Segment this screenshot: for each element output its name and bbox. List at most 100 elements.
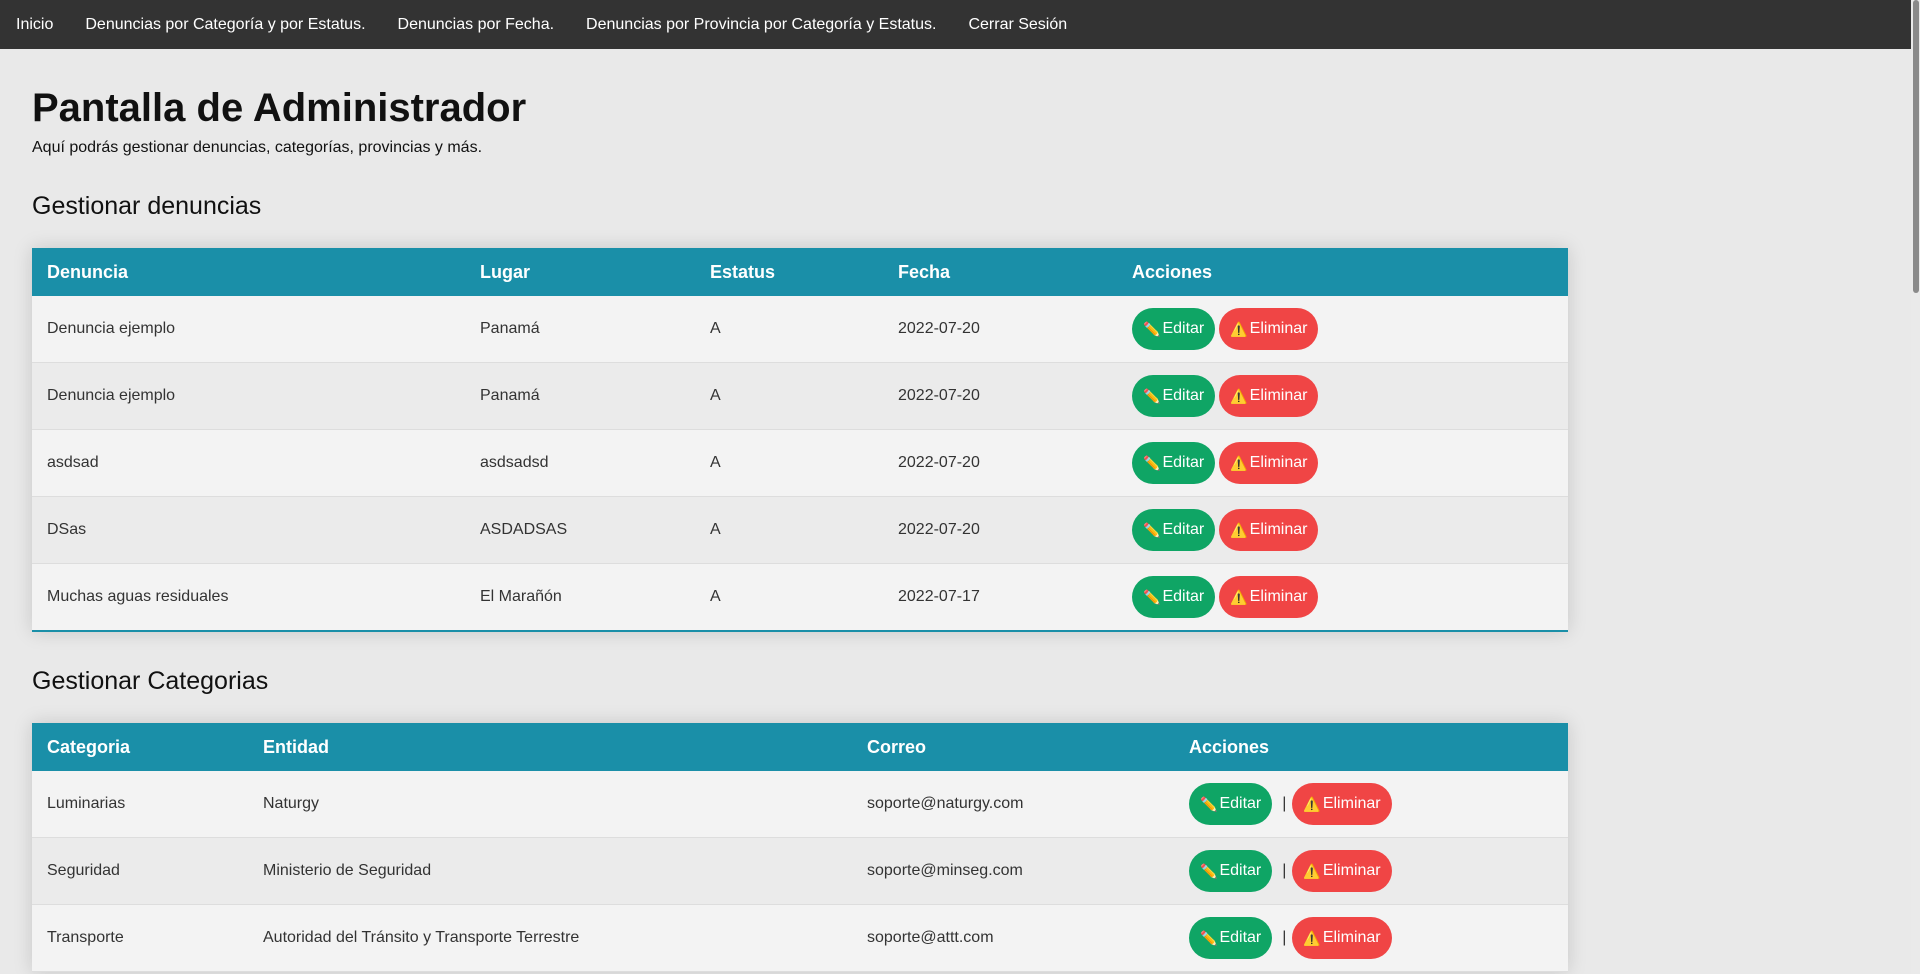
cell-fecha: 2022-07-20 [883, 496, 1117, 564]
edit-button[interactable]: ✏️ Editar [1132, 509, 1216, 551]
section-title-categorias: Gestionar Categorias [32, 667, 269, 695]
cell-estatus: A [695, 429, 883, 497]
cell-estatus: A [695, 496, 883, 564]
cell-fecha: 2022-07-20 [883, 362, 1117, 430]
edit-label: Editar [1162, 454, 1205, 471]
delete-button[interactable]: ⚠️ Eliminar [1219, 375, 1319, 417]
delete-button[interactable]: ⚠️ Eliminar [1219, 442, 1319, 484]
cell-fecha: 2022-07-17 [883, 563, 1117, 632]
warning-icon: ⚠️ [1230, 454, 1248, 471]
cell-lugar: Panamá [465, 296, 695, 363]
scrollbar-thumb[interactable] [1913, 0, 1919, 293]
nav-link-categoria-estatus[interactable]: Denuncias por Categoría y por Estatus. [85, 16, 365, 34]
column-header: Estatus [710, 261, 776, 282]
cell-denuncia: DSas [32, 496, 465, 564]
cell-entidad: Naturgy [248, 771, 852, 838]
edit-label: Editar [1162, 521, 1205, 538]
table-header-row: Denuncia Lugar Estatus Fecha Acciones [32, 248, 1568, 296]
delete-button[interactable]: ⚠️ Eliminar [1292, 783, 1392, 825]
cell-lugar: asdsadsd [465, 429, 695, 497]
warning-icon: ⚠️ [1230, 387, 1248, 404]
edit-label: Editar [1162, 588, 1205, 605]
edit-label: Editar [1162, 320, 1205, 337]
nav-link-inicio[interactable]: Inicio [16, 16, 53, 34]
cell-lugar: El Marañón [465, 563, 695, 632]
edit-button[interactable]: ✏️ Editar [1189, 850, 1273, 892]
column-header: Correo [867, 736, 927, 757]
cell-estatus: A [695, 362, 883, 430]
cell-categoria: Seguridad [32, 837, 248, 905]
warning-icon: ⚠️ [1230, 588, 1248, 605]
column-header: Acciones [1189, 736, 1270, 757]
edit-button[interactable]: ✏️ Editar [1132, 308, 1216, 350]
cell-acciones: ✏️ Editar ⚠️ Eliminar [1117, 563, 1568, 632]
page-subtitle: Aquí podrás gestionar denuncias, categor… [32, 139, 483, 156]
cell-estatus: A [695, 296, 883, 363]
pencil-icon: ✏️ [1200, 929, 1218, 946]
table-row: asdsad asdsadsd A 2022-07-20 ✏️ Editar ⚠️ E… [32, 429, 1568, 497]
table-row: Muchas aguas residuales El Marañón A 202… [32, 563, 1568, 632]
delete-button[interactable]: ⚠️ Eliminar [1292, 850, 1392, 892]
table-row: Transporte Autoridad del Tránsito y Tran… [32, 904, 1568, 972]
categorias-table: Categoria Entidad Correo Acciones Lumina… [32, 723, 1568, 972]
delete-button[interactable]: ⚠️ Eliminar [1219, 576, 1319, 618]
denuncias-table: Denuncia Lugar Estatus Fecha Acciones De… [32, 248, 1568, 632]
edit-label: Editar [1219, 795, 1262, 812]
edit-button[interactable]: ✏️ Editar [1189, 917, 1273, 959]
column-header: Categoria [47, 736, 131, 757]
edit-label: Editar [1219, 929, 1262, 946]
cell-acciones: ✏️ Editar | ⚠️ Eliminar [1174, 837, 1568, 905]
cell-denuncia: Muchas aguas residuales [32, 563, 465, 632]
cell-denuncia: asdsad [32, 429, 465, 497]
table-row: Denuncia ejemplo Panamá A 2022-07-20 ✏️ E… [32, 362, 1568, 430]
cell-correo: soporte@naturgy.com [852, 771, 1174, 838]
nav-link-cerrar-sesion[interactable]: Cerrar Sesión [968, 16, 1067, 34]
cell-acciones: ✏️ Editar ⚠️ Eliminar [1117, 429, 1568, 497]
edit-button[interactable]: ✏️ Editar [1189, 783, 1273, 825]
edit-button[interactable]: ✏️ Editar [1132, 442, 1216, 484]
cell-lugar: Panamá [465, 362, 695, 430]
cell-categoria: Luminarias [32, 771, 248, 838]
cell-acciones: ✏️ Editar | ⚠️ Eliminar [1174, 904, 1568, 972]
edit-label: Editar [1162, 387, 1205, 404]
delete-label: Eliminar [1322, 795, 1381, 812]
column-header: Acciones [1132, 261, 1213, 282]
delete-label: Eliminar [1249, 588, 1308, 605]
edit-button[interactable]: ✏️ Editar [1132, 375, 1216, 417]
action-separator: | [1282, 862, 1287, 880]
edit-button[interactable]: ✏️ Editar [1132, 576, 1216, 618]
cell-correo: soporte@minseg.com [852, 837, 1174, 905]
table-header-row: Categoria Entidad Correo Acciones [32, 723, 1568, 771]
page-scrollbar[interactable] [1911, 0, 1920, 974]
column-header: Entidad [263, 736, 329, 757]
nav-link-provincia[interactable]: Denuncias por Provincia por Categoría y … [586, 16, 936, 34]
cell-denuncia: Denuncia ejemplo [32, 362, 465, 430]
cell-correo: soporte@attt.com [852, 904, 1174, 972]
delete-label: Eliminar [1322, 929, 1381, 946]
delete-label: Eliminar [1249, 454, 1308, 471]
warning-icon: ⚠️ [1230, 320, 1248, 337]
table-row: Seguridad Ministerio de Seguridad soport… [32, 837, 1568, 905]
section-title-denuncias: Gestionar denuncias [32, 192, 262, 220]
action-separator: | [1282, 929, 1287, 947]
cell-estatus: A [695, 563, 883, 632]
cell-categoria: Transporte [32, 904, 248, 972]
delete-button[interactable]: ⚠️ Eliminar [1219, 509, 1319, 551]
cell-fecha: 2022-07-20 [883, 429, 1117, 497]
pencil-icon: ✏️ [1143, 320, 1161, 337]
cell-fecha: 2022-07-20 [883, 296, 1117, 363]
delete-button[interactable]: ⚠️ Eliminar [1219, 308, 1319, 350]
table-row: Luminarias Naturgy soporte@naturgy.com ✏… [32, 771, 1568, 838]
cell-acciones: ✏️ Editar | ⚠️ Eliminar [1174, 771, 1568, 838]
column-header: Fecha [898, 261, 951, 282]
cell-entidad: Autoridad del Tránsito y Transporte Terr… [248, 904, 852, 972]
pencil-icon: ✏️ [1143, 454, 1161, 471]
pencil-icon: ✏️ [1143, 521, 1161, 538]
warning-icon: ⚠️ [1230, 521, 1248, 538]
action-separator: | [1282, 795, 1287, 813]
warning-icon: ⚠️ [1303, 795, 1321, 812]
delete-button[interactable]: ⚠️ Eliminar [1292, 917, 1392, 959]
nav-link-fecha[interactable]: Denuncias por Fecha. [398, 16, 555, 34]
delete-label: Eliminar [1249, 521, 1308, 538]
delete-label: Eliminar [1249, 387, 1308, 404]
